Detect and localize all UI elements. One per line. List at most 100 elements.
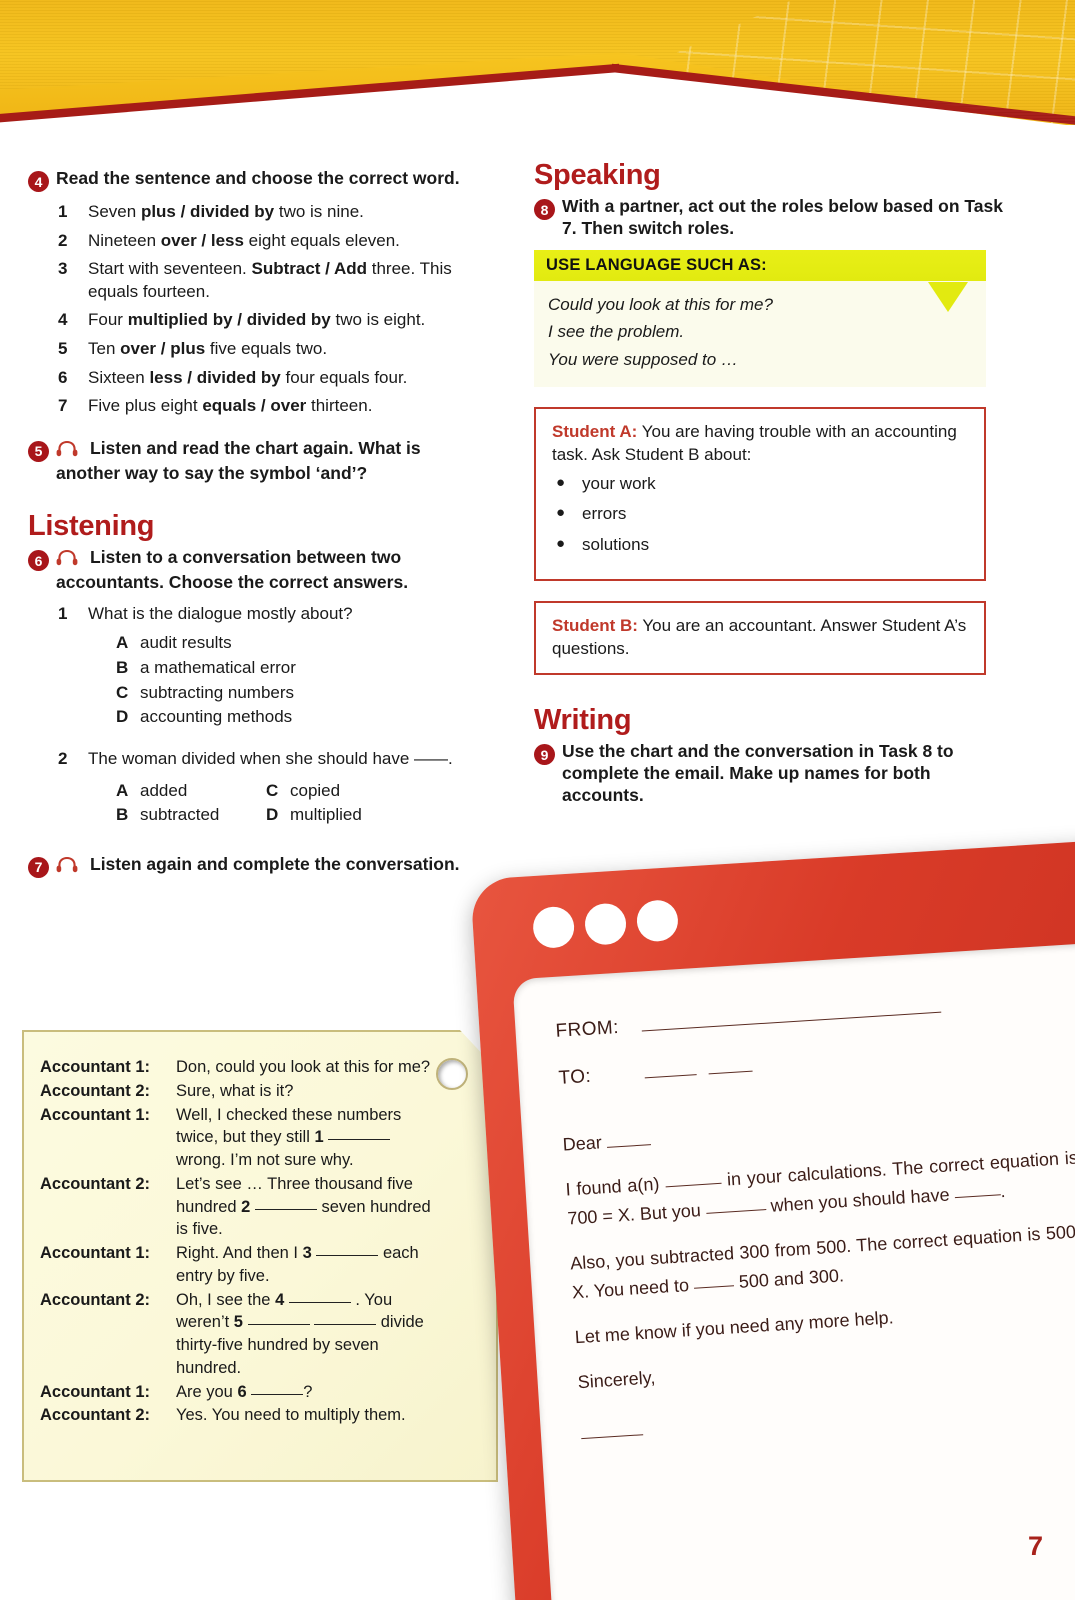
item-choice-pair[interactable]: over / plus	[120, 339, 205, 358]
option-letter: A	[116, 780, 129, 800]
item-number: 6	[58, 367, 68, 387]
conversation-line: Accountant 2: Sure, what is it?	[40, 1080, 478, 1103]
task-4: 4 Read the sentence and choose the corre…	[28, 168, 480, 192]
section-heading-speaking: Speaking	[534, 159, 661, 191]
item-choice-pair[interactable]: Subtract / Add	[251, 259, 367, 278]
section-heading-writing: Writing	[534, 703, 632, 736]
tablet-screen: FROM: TO: Dear I found a(n) in your calc…	[512, 938, 1075, 1600]
answer-option[interactable]: Aaudit results	[116, 631, 480, 656]
email-content: FROM: TO: Dear I found a(n) in your calc…	[512, 939, 1075, 1451]
conversation-line: Accountant 2: Yes. You need to multiply t…	[40, 1404, 478, 1427]
task-5: 5 Listen and read the chart again. What …	[28, 438, 480, 485]
item-text: Seven plus / divided by two is nine.	[88, 202, 364, 221]
task-number-badge: 5	[28, 440, 49, 462]
student-b-label: Student B:	[552, 615, 638, 635]
task-6-instruction: Listen to a conversation between two acc…	[56, 547, 409, 592]
bullet-icon: ●	[556, 473, 566, 491]
bullet-text: errors	[582, 504, 627, 524]
item-number: 1	[58, 202, 68, 221]
use-language-box: USE LANGUAGE SUCH AS: Could you look at …	[534, 250, 986, 387]
window-dot-icon	[635, 899, 680, 943]
task-6: 6 Listen to a conversation between two a…	[28, 547, 480, 594]
task-number-badge: 9	[534, 744, 555, 765]
window-dot-icon	[583, 902, 628, 946]
item-number: 5	[58, 339, 68, 359]
item-choice-pair[interactable]: equals / over	[202, 396, 306, 415]
email-p1-d: .	[999, 1180, 1006, 1202]
window-dot-icon	[531, 905, 576, 950]
answer-option[interactable]: Bsubtracted	[116, 803, 266, 828]
item-number: 2	[58, 230, 68, 250]
task-number-badge: 8	[534, 199, 555, 221]
email-to-blank	[644, 1073, 697, 1079]
task-6-question-list: 1 What is the dialogue mostly about? Aaudi…	[28, 603, 480, 828]
answer-options: Aaudit results Ba mathematical error Csubt…	[116, 631, 480, 730]
answer-blank[interactable]	[247, 1324, 310, 1326]
bullet-text: your work	[582, 473, 656, 493]
email-tablet-graphic: FROM: TO: Dear I found a(n) in your calc…	[470, 836, 1075, 1600]
answer-option[interactable]: Ccopied	[266, 779, 416, 804]
answer-option[interactable]: Aadded	[116, 779, 266, 804]
use-language-phrases: Could you look at this for me? I see the …	[534, 281, 986, 387]
answer-options-column: Ccopied Dmultiplied	[266, 779, 416, 828]
task-9: 9 Use the chart and the conversation in …	[534, 741, 1004, 807]
gap-number: 4	[275, 1290, 285, 1309]
utterance: Are you 6 ?	[176, 1382, 313, 1401]
gap-number: 3	[302, 1244, 312, 1263]
student-a-label: Student A:	[552, 421, 638, 441]
utterance: Well, I checked these numbers twice, but…	[176, 1105, 402, 1170]
answer-blank[interactable]	[314, 1324, 377, 1326]
email-name-blank	[607, 1143, 652, 1148]
task-9-instruction: Use the chart and the conversation in Ta…	[562, 741, 954, 805]
option-text: subtracted	[140, 805, 220, 825]
answer-option[interactable]: Daccounting methods	[116, 705, 480, 730]
answer-blank[interactable]	[288, 1301, 351, 1303]
bullet-text: solutions	[582, 535, 650, 554]
task-4-item: 3 Start with seventeen. Subtract / Add th…	[28, 258, 480, 303]
email-blank	[665, 1182, 722, 1188]
utterance: Yes. You need to multiply them.	[176, 1406, 406, 1425]
use-language-phrase: You were supposed to …	[548, 349, 738, 369]
speaker-label: Accountant 1:	[40, 1382, 151, 1401]
use-language-title: USE LANGUAGE SUCH AS:	[534, 250, 986, 282]
item-choice-pair[interactable]: less / divided by	[149, 368, 280, 387]
conversation-line: Accountant 1: Don, could you look at this…	[40, 1056, 478, 1079]
section-heading-listening: Listening	[28, 509, 155, 542]
item-choice-pair[interactable]: multiplied by / divided by	[128, 310, 331, 329]
gap-number: 5	[233, 1313, 243, 1332]
option-text: subtracting numbers	[140, 682, 295, 702]
answer-blank[interactable]	[251, 1393, 304, 1395]
task-7-instruction-wrap: Listen again and complete the conversati…	[56, 854, 480, 879]
option-text: audit results	[140, 633, 232, 653]
answer-blank[interactable]	[316, 1255, 379, 1257]
answer-option[interactable]: Csubtracting numbers	[116, 681, 480, 706]
utterance: Don, could you look at this for me?	[176, 1058, 431, 1076]
item-choice-pair[interactable]: plus / divided by	[141, 202, 274, 221]
utterance: Right. And then I 3 each entry by five.	[176, 1244, 419, 1285]
answer-blank[interactable]	[254, 1208, 317, 1210]
task-4-item: 6 Sixteen less / divided by four equals f…	[28, 367, 480, 390]
option-letter: C	[266, 780, 279, 800]
answer-options: Aadded Bsubtracted Ccopied Dmultiplied	[116, 777, 480, 828]
question-stem-row: 1 What is the dialogue mostly about?	[28, 603, 480, 626]
item-text: Start with seventeen. Subtract / Add thr…	[88, 259, 452, 301]
answer-options-column: Aadded Bsubtracted	[116, 779, 266, 828]
task-4-item: 4 Four multiplied by / divided by two is …	[28, 309, 480, 332]
answer-option[interactable]: Dmultiplied	[266, 803, 416, 828]
conversation-line: Accountant 2: Let’s see … Three thousand …	[40, 1173, 478, 1241]
answer-option[interactable]: Ba mathematical error	[116, 656, 480, 681]
task-number-badge: 7	[28, 856, 49, 878]
tag-hole-punch	[436, 1058, 468, 1090]
headphones-icon	[56, 549, 78, 572]
item-text: Sixteen less / divided by four equals fo…	[88, 367, 408, 387]
option-letter: B	[116, 805, 129, 825]
answer-blank[interactable]	[328, 1139, 391, 1141]
page-header-banner	[0, 0, 1075, 125]
email-blank	[954, 1194, 1001, 1199]
item-number: 3	[58, 259, 68, 279]
utterance: Oh, I see the 4 . You weren’t 5 divide t…	[176, 1290, 424, 1377]
conversation-line: Accountant 1: Well, I checked these numbe…	[40, 1104, 478, 1172]
gap-number: 2	[241, 1197, 251, 1216]
email-p2-b: 500 and 300.	[738, 1265, 845, 1293]
item-choice-pair[interactable]: over / less	[161, 231, 244, 250]
